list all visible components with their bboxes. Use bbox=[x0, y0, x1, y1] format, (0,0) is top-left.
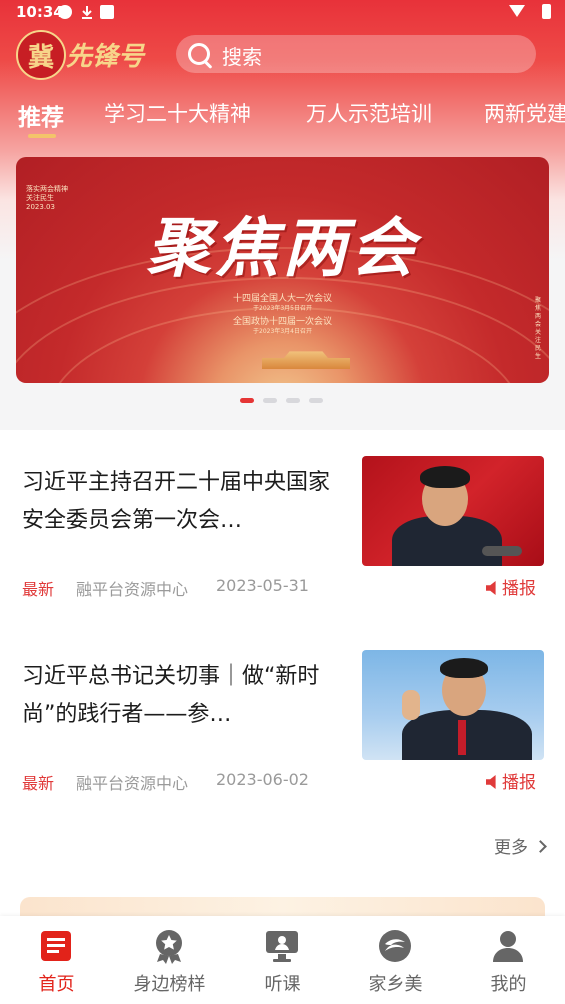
broadcast-button[interactable]: 播报 bbox=[486, 768, 536, 793]
nav-label: 身边榜样 bbox=[133, 974, 206, 995]
notification-app-icon bbox=[58, 5, 72, 19]
nav-label: 首页 bbox=[38, 974, 75, 995]
banner-subtitle-2: 于2023年3月5日召开 bbox=[253, 305, 312, 312]
search-icon-handle bbox=[203, 60, 213, 69]
hometown-icon bbox=[377, 928, 413, 964]
download-icon bbox=[80, 5, 94, 19]
nav-role-models[interactable]: 身边榜样 bbox=[113, 916, 226, 1004]
app-logo: 冀 先锋号 bbox=[16, 30, 166, 80]
user-icon bbox=[490, 928, 526, 964]
banner-side-text: 聚焦两会关注民生 bbox=[535, 297, 542, 360]
banner-subtitle-4: 于2023年3月4日召开 bbox=[253, 328, 312, 335]
person-hair bbox=[440, 658, 488, 678]
news-title[interactable]: 习近平主持召开二十届中央国家安全委员会第一次会… bbox=[22, 464, 340, 540]
star-badge-icon bbox=[151, 928, 187, 964]
tab-recommend[interactable]: 推荐 bbox=[18, 98, 64, 132]
speaker-icon bbox=[486, 775, 496, 789]
news-tag: 最新 bbox=[22, 580, 55, 599]
carousel-dot-active[interactable] bbox=[240, 398, 254, 403]
speaker-icon bbox=[486, 581, 496, 595]
tab-training[interactable]: 万人示范培训 bbox=[306, 98, 432, 128]
nav-label: 我的 bbox=[490, 974, 527, 995]
red-tie bbox=[458, 720, 466, 755]
battery-icon bbox=[542, 4, 551, 19]
broadcast-label: 播报 bbox=[502, 773, 536, 793]
logo-text: 先锋号 bbox=[66, 42, 145, 72]
news-source: 融平台资源中心 bbox=[76, 580, 189, 599]
app-notification-icon bbox=[100, 5, 114, 19]
nav-profile[interactable]: 我的 bbox=[452, 916, 565, 1004]
nav-lectures[interactable]: 听课 bbox=[226, 916, 339, 1004]
news-title[interactable]: 习近平总书记关切事｜做“新时尚”的践行者——参… bbox=[22, 658, 340, 734]
carousel-dot[interactable] bbox=[309, 398, 323, 403]
search-input[interactable]: 搜索 bbox=[176, 35, 536, 73]
banner-carousel[interactable]: 落实两会精神 关注民生 2023.03 聚焦两会 十四届全国人大一次会议 于20… bbox=[16, 157, 549, 383]
nav-hometown[interactable]: 家乡美 bbox=[339, 916, 452, 1004]
person-hair bbox=[420, 466, 470, 488]
more-label: 更多 bbox=[494, 838, 528, 858]
status-bar: 10:34 bbox=[0, 0, 565, 26]
news-date: 2023-06-02 bbox=[216, 770, 309, 789]
broadcast-button[interactable]: 播报 bbox=[486, 574, 536, 599]
carousel-dot[interactable] bbox=[263, 398, 277, 403]
nav-label: 听课 bbox=[264, 974, 301, 995]
news-item[interactable]: 习近平总书记关切事｜做“新时尚”的践行者——参… 最新 融平台资源中心 2023… bbox=[0, 650, 565, 820]
lecture-icon bbox=[264, 928, 300, 964]
search-placeholder: 搜索 bbox=[222, 45, 262, 69]
more-link[interactable]: 更多 bbox=[494, 833, 547, 858]
raised-hand bbox=[402, 690, 420, 720]
person-figure bbox=[402, 710, 532, 760]
logo-emblem: 冀 bbox=[16, 30, 66, 80]
broadcast-label: 播报 bbox=[502, 579, 536, 599]
news-thumbnail[interactable] bbox=[362, 456, 544, 566]
news-date: 2023-05-31 bbox=[216, 576, 309, 595]
category-tabs: 推荐 学习二十大精神 万人示范培训 两新党建 bbox=[0, 94, 565, 140]
news-item[interactable]: 习近平主持召开二十届中央国家安全委员会第一次会… 最新 融平台资源中心 2023… bbox=[0, 456, 565, 626]
wifi-icon bbox=[509, 5, 525, 17]
nav-home[interactable]: 首页 bbox=[0, 916, 113, 1004]
carousel-indicator bbox=[240, 398, 330, 404]
banner-title: 聚焦两会 bbox=[146, 211, 419, 286]
microphone bbox=[482, 546, 522, 556]
carousel-dot[interactable] bbox=[286, 398, 300, 403]
status-time: 10:34 bbox=[16, 3, 64, 21]
tab-party-building[interactable]: 两新党建 bbox=[484, 98, 565, 128]
news-thumbnail[interactable] bbox=[362, 650, 544, 760]
home-news-icon bbox=[38, 928, 74, 964]
bottom-nav: 首页 身边榜样 听课 家乡美 我的 bbox=[0, 916, 565, 1004]
news-source: 融平台资源中心 bbox=[76, 774, 189, 793]
tab-study[interactable]: 学习二十大精神 bbox=[104, 98, 251, 128]
news-tag: 最新 bbox=[22, 774, 55, 793]
chevron-right-icon bbox=[534, 840, 547, 853]
tab-active-indicator bbox=[28, 134, 56, 138]
nav-label: 家乡美 bbox=[368, 974, 423, 995]
